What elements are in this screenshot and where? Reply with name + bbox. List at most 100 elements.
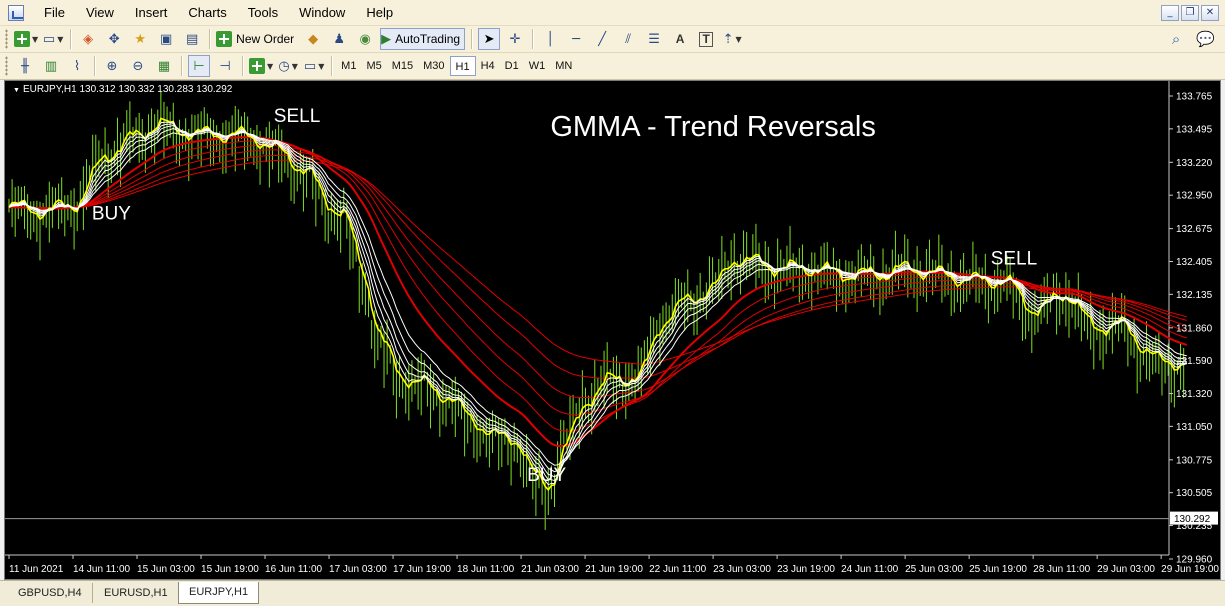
- chart-shift-button[interactable]: ⊣: [214, 55, 236, 77]
- time-tick-label: 29 Jun 19:00: [1161, 564, 1219, 575]
- strategy-tester-button[interactable]: ▤: [181, 28, 203, 50]
- equidistant-channel-button[interactable]: ⫽: [617, 28, 639, 50]
- collapse-triangle-icon[interactable]: ▼: [13, 87, 20, 94]
- menu-window[interactable]: Window: [289, 0, 356, 26]
- menu-file[interactable]: File: [34, 0, 76, 26]
- toolbar-divider: [94, 56, 95, 76]
- favorites-button[interactable]: ★: [129, 28, 151, 50]
- minimize-button[interactable]: _: [1161, 5, 1179, 21]
- timeframe-m30[interactable]: M30: [418, 56, 449, 76]
- navigator-button[interactable]: ✥: [103, 28, 125, 50]
- timeframe-h4[interactable]: H4: [476, 56, 500, 76]
- search-icon[interactable]: ⌕: [1172, 30, 1180, 48]
- vertical-line-button[interactable]: │: [539, 28, 561, 50]
- terminal-button[interactable]: ▣: [155, 28, 177, 50]
- indicators-icon: [249, 58, 265, 74]
- timeframe-d1[interactable]: D1: [500, 56, 524, 76]
- time-tick-label: 29 Jun 03:00: [1097, 564, 1155, 575]
- zoom-out-button[interactable]: ⊖: [127, 55, 149, 77]
- horizontal-line-button[interactable]: ─: [565, 28, 587, 50]
- zoom-in-button[interactable]: ⊕: [101, 55, 123, 77]
- indicators-button[interactable]: ▼: [249, 55, 273, 77]
- menu-charts[interactable]: Charts: [178, 0, 237, 26]
- time-tick-label: 24 Jun 11:00: [841, 564, 899, 575]
- add-icon: [14, 31, 30, 47]
- toolbar-divider: [471, 29, 473, 49]
- toolbar-divider: [181, 56, 182, 76]
- trendline-button[interactable]: ╱: [591, 28, 613, 50]
- profiles-button[interactable]: ▭ ▼: [42, 28, 64, 50]
- auto-scroll-button[interactable]: ⊢: [188, 55, 210, 77]
- app-chart-icon[interactable]: [8, 4, 24, 21]
- star-icon: ★: [134, 31, 146, 47]
- close-button[interactable]: ✕: [1201, 5, 1219, 21]
- chevron-down-icon: ▼: [735, 34, 742, 44]
- time-tick-label: 23 Jun 03:00: [713, 564, 771, 575]
- signals-button[interactable]: ♟: [328, 28, 350, 50]
- menu-tools[interactable]: Tools: [238, 0, 289, 26]
- toolbar-grip[interactable]: [5, 56, 8, 76]
- time-tick-label: 25 Jun 03:00: [905, 564, 963, 575]
- market-watch-button[interactable]: ◈: [77, 28, 99, 50]
- signal-annotation: SELL: [991, 249, 1037, 270]
- fibonacci-button[interactable]: ☰: [643, 28, 665, 50]
- tab-eurjpy-h1[interactable]: EURJPY,H1: [178, 582, 260, 604]
- timeframe-mn[interactable]: MN: [550, 56, 577, 76]
- timeframe-w1[interactable]: W1: [524, 56, 551, 76]
- horizontal-line-icon: ─: [572, 31, 581, 47]
- signal-annotation: BUY: [527, 465, 566, 486]
- vertical-line-icon: │: [546, 31, 555, 47]
- restore-button[interactable]: ❐: [1181, 5, 1199, 21]
- price-tick-label: 132.405: [1176, 257, 1213, 268]
- crosshair-tool-button[interactable]: ✛: [504, 28, 526, 50]
- window-controls: _ ❐ ✕: [1161, 5, 1219, 21]
- time-tick-label: 16 Jun 11:00: [265, 564, 323, 575]
- autotrading-label: AutoTrading: [395, 32, 461, 46]
- toolbar-grip[interactable]: [5, 29, 8, 49]
- menu-view[interactable]: View: [76, 0, 125, 26]
- time-tick-label: 17 Jun 03:00: [329, 564, 387, 575]
- tile-windows-button[interactable]: ▦: [153, 55, 175, 77]
- candlestick-icon: ▥: [44, 58, 58, 74]
- autotrading-button[interactable]: ▶ AutoTrading: [380, 28, 466, 50]
- new-order-label: New Order: [236, 32, 295, 46]
- tab-gbpusd-h4[interactable]: GBPUSD,H4: [8, 583, 93, 603]
- line-chart-button[interactable]: ⌇: [66, 55, 88, 77]
- zoom-out-icon: ⊖: [132, 58, 144, 74]
- templates-button[interactable]: ▭ ▼: [303, 55, 325, 77]
- chart-title-annotation: GMMA - Trend Reversals: [550, 111, 876, 143]
- menu-bar: File View Insert Charts Tools Window Hel…: [0, 0, 1225, 26]
- timeframe-m15[interactable]: M15: [387, 56, 418, 76]
- signal-annotation: BUY: [92, 204, 131, 225]
- timeframe-m1[interactable]: M1: [336, 56, 361, 76]
- bar-chart-button[interactable]: ╫: [14, 55, 36, 77]
- new-order-button[interactable]: New Order: [216, 28, 298, 50]
- autotrading-icon: ▶: [381, 31, 392, 47]
- channel-icon: ⫽: [625, 31, 632, 47]
- timeframe-h1[interactable]: H1: [449, 56, 476, 76]
- chat-icon[interactable]: 💬: [1196, 30, 1215, 48]
- periods-button[interactable]: ◷ ▼: [277, 55, 299, 77]
- timeframe-m5[interactable]: M5: [361, 56, 386, 76]
- menu-insert[interactable]: Insert: [125, 0, 179, 26]
- time-tick-label: 18 Jun 11:00: [457, 564, 515, 575]
- candlestick-chart-button[interactable]: ▥: [40, 55, 62, 77]
- time-tick-label: 28 Jun 11:00: [1033, 564, 1091, 575]
- cursor-tool-button[interactable]: ➤: [478, 28, 501, 50]
- arrows-button[interactable]: ⇡ ▼: [721, 28, 743, 50]
- price-tick-label: 130.775: [1176, 455, 1213, 466]
- profiles-icon: ▭: [42, 31, 56, 47]
- market-button[interactable]: ◉: [354, 28, 376, 50]
- menu-help[interactable]: Help: [356, 0, 404, 26]
- metaeditor-button[interactable]: ◆: [302, 28, 324, 50]
- new-chart-button[interactable]: ▼: [14, 28, 38, 50]
- price-chart[interactable]: 130.292133.765133.495133.220132.950132.6…: [5, 81, 1220, 579]
- text-tool-button[interactable]: A: [669, 28, 691, 50]
- tab-eurusd-h1[interactable]: EURUSD,H1: [94, 583, 179, 603]
- text-label-button[interactable]: T: [695, 28, 717, 50]
- time-tick-label: 25 Jun 19:00: [969, 564, 1027, 575]
- time-tick-label: 15 Jun 19:00: [201, 564, 259, 575]
- price-tick-label: 132.135: [1176, 290, 1213, 301]
- chart-window[interactable]: 130.292 133.765 133.495 133.220 132.950 132.6…: [4, 80, 1221, 580]
- clock-icon: ◷: [278, 58, 290, 74]
